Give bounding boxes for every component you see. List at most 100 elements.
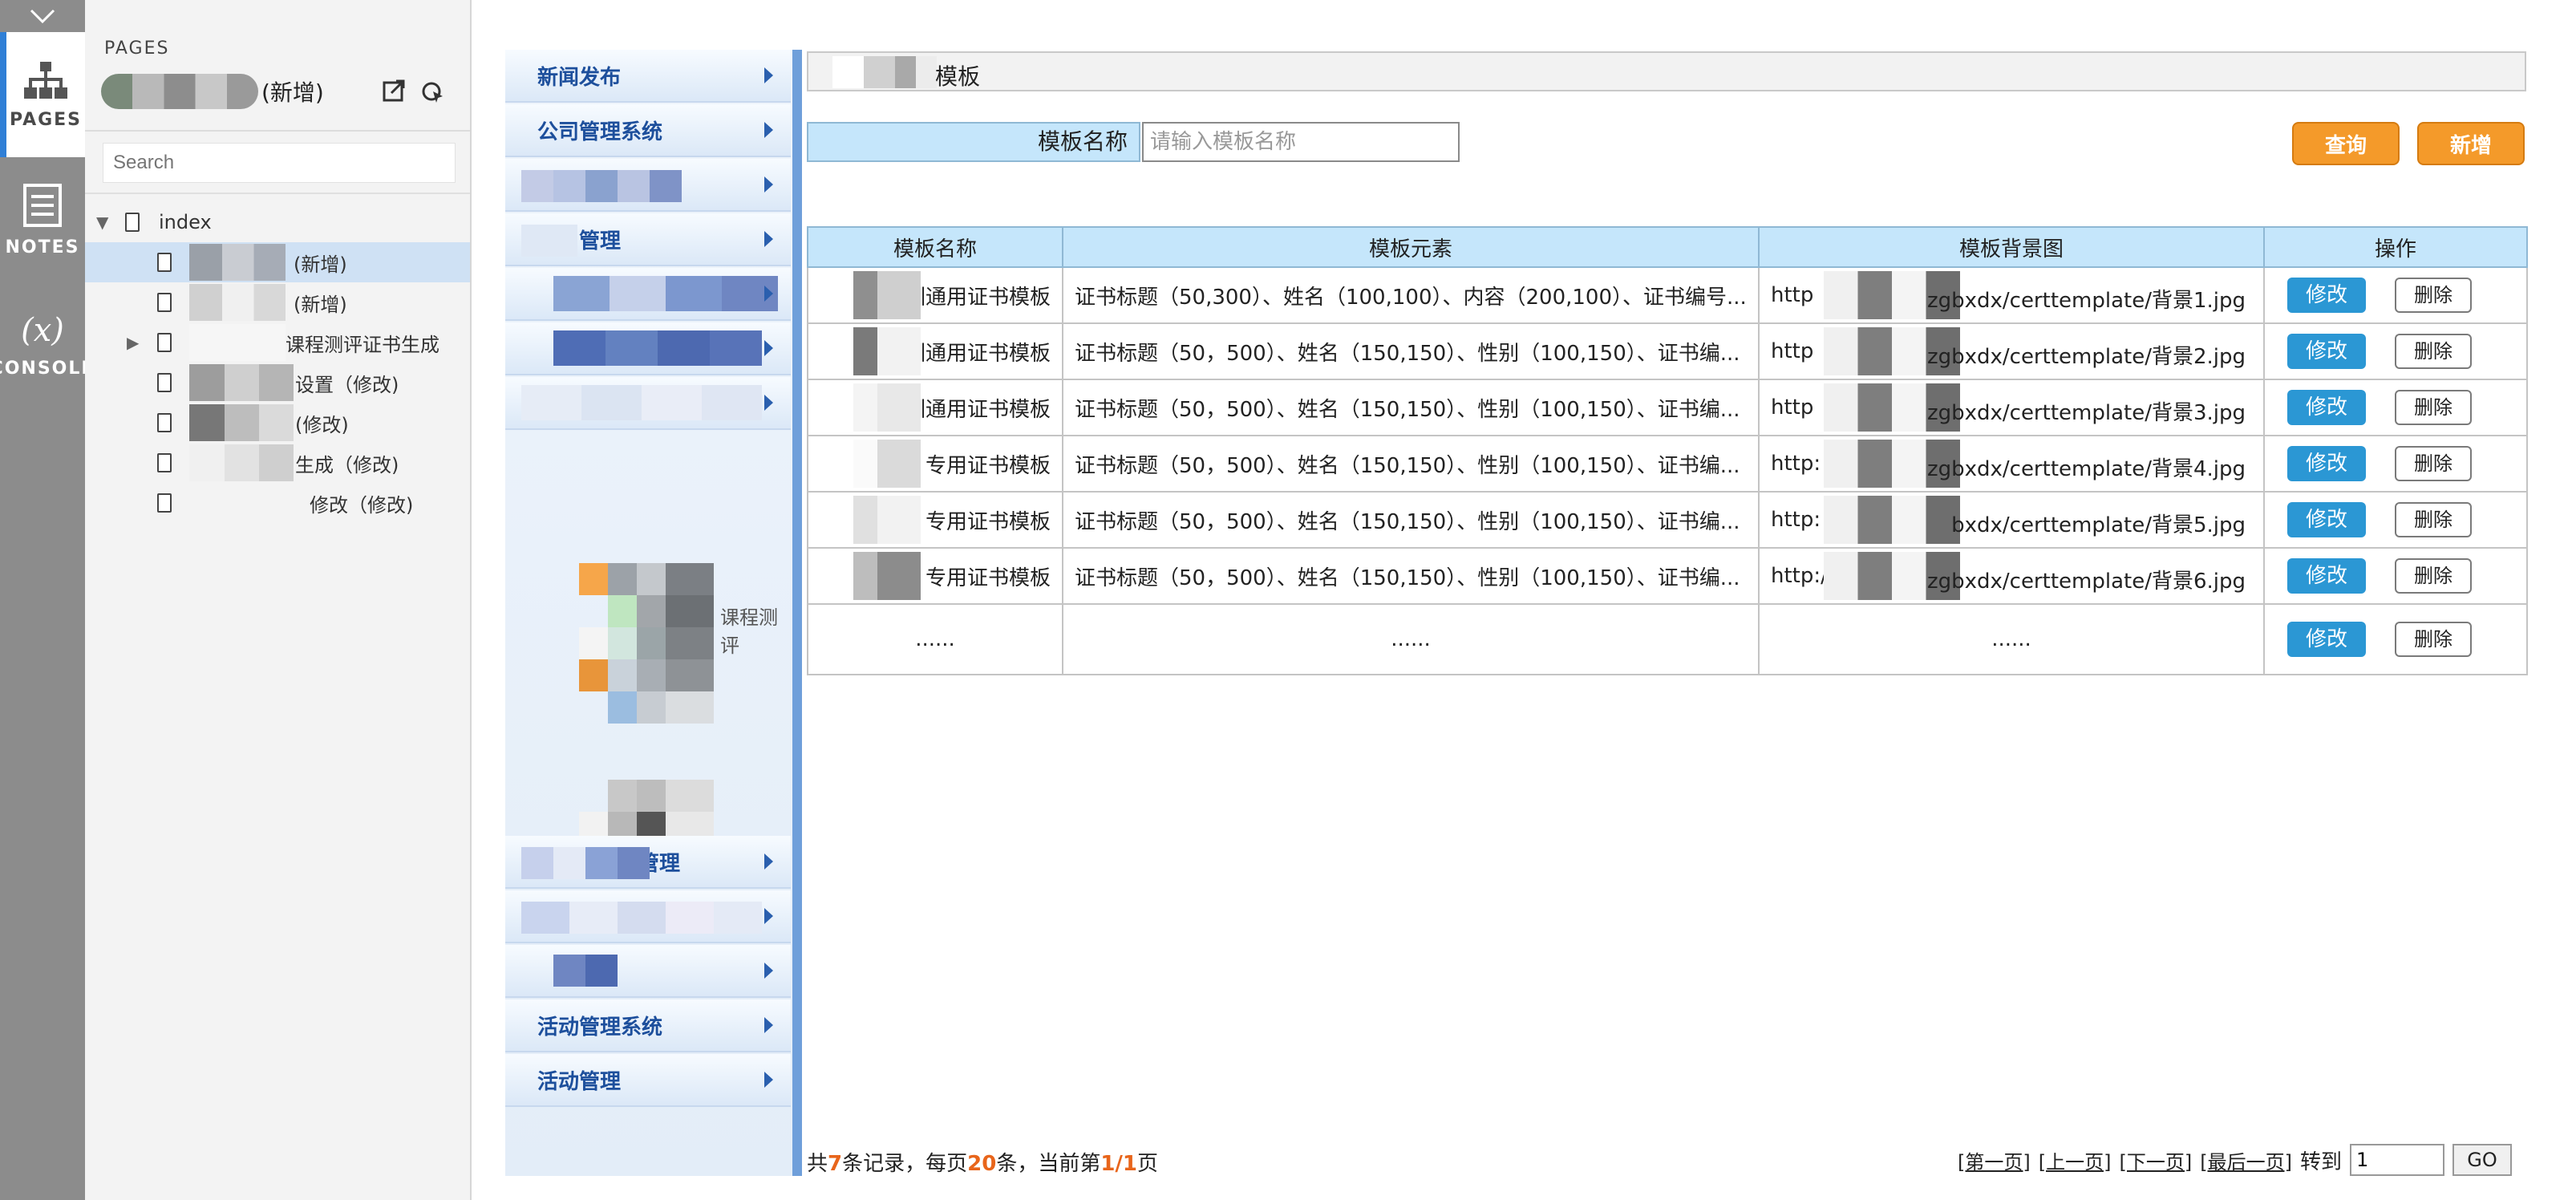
column-header: 模板元素 <box>1062 226 1760 268</box>
template-bg-cell: http: zgbxdx/certtemplate/背景4.jpg <box>1758 435 2265 493</box>
edit-button[interactable]: 修改 <box>2287 502 2366 537</box>
nav-item-label: 活动管理 <box>537 1069 622 1094</box>
table-row: 训通用证书模板 证书标题（50，500）、姓名（150,150）、性别（100,1… <box>807 379 2528 436</box>
delete-button[interactable]: 删除 <box>2395 502 2472 537</box>
bg-url-prefix: http: <box>1771 452 1821 476</box>
page-title-bar: 模板 <box>807 51 2526 91</box>
nav-item-activity[interactable]: 活动管理 <box>505 1054 791 1107</box>
template-name-cell: 训通用证书模板 <box>807 322 1063 380</box>
edit-button[interactable]: 修改 <box>2287 390 2366 425</box>
nav-item[interactable] <box>505 159 791 212</box>
tab-console[interactable]: (x) CONSOLE <box>0 282 93 407</box>
add-page-icon[interactable] <box>420 79 446 104</box>
tree-item[interactable]: 设置（修改) <box>85 363 470 403</box>
column-header: 模板背景图 <box>1758 226 2265 268</box>
collapse-toggle[interactable] <box>0 0 85 32</box>
edit-button[interactable]: 修改 <box>2287 446 2366 481</box>
table-row: 训通用证书模板 证书标题（50，500）、姓名（150,150）、性别（100,1… <box>807 322 2528 380</box>
nav-item[interactable] <box>505 377 791 430</box>
nav-item-label: 公司管理系统 <box>537 120 663 144</box>
tab-pages[interactable]: PAGES <box>0 32 85 157</box>
delete-button[interactable]: 删除 <box>2395 278 2472 313</box>
tree-item[interactable]: (新增) <box>85 242 470 282</box>
tree-item-index[interactable]: ▼ index <box>85 202 470 242</box>
pages-search-input[interactable] <box>103 143 456 183</box>
delete-button[interactable]: 删除 <box>2395 390 2472 425</box>
template-bg-cell: http zgbxdx/certtemplate/背景3.jpg <box>1758 379 2265 436</box>
goto-label: 转到 <box>2299 1149 2342 1174</box>
edit-button[interactable]: 修改 <box>2287 622 2366 657</box>
tree-item[interactable]: 修改（修改) <box>85 483 470 523</box>
nav-item-news[interactable]: 新闻发布 <box>505 50 791 103</box>
prev-page-link[interactable]: [上一页] <box>2039 1146 2112 1174</box>
redacted-text <box>1824 496 1960 544</box>
tree-item-label: 课程测评证书生成 <box>286 333 439 356</box>
nav-item-activity-system[interactable]: 活动管理系统 <box>505 999 791 1052</box>
nav-item-manage-2[interactable]: 管理 <box>505 836 791 889</box>
last-page-link[interactable]: [最后一页] <box>2200 1146 2292 1174</box>
delete-button[interactable]: 删除 <box>2395 558 2472 594</box>
actions-cell: 修改 删除 <box>2263 547 2528 605</box>
tree-item[interactable]: ▶ 课程测评证书生成 <box>85 322 470 363</box>
redacted-text <box>189 444 294 481</box>
template-name-cell: 专用证书模板 <box>807 547 1063 605</box>
chevron-right-icon[interactable]: ▶ <box>127 333 139 352</box>
template-name: 训通用证书模板 <box>904 285 1051 310</box>
nav-item-manage[interactable]: 管理 <box>505 213 791 266</box>
go-button[interactable]: GO <box>2452 1144 2512 1176</box>
goto-page-input[interactable] <box>2350 1144 2444 1176</box>
template-elements-cell: 证书标题（50，500）、姓名（150,150）、性别（100,150）、证书编… <box>1062 322 1760 380</box>
tab-notes[interactable]: NOTES <box>0 157 85 282</box>
tab-notes-label: NOTES <box>5 237 80 257</box>
template-name: 专用证书模板 <box>925 453 1051 478</box>
tree-item[interactable]: 生成（修改) <box>85 443 470 483</box>
nav-item-company[interactable]: 公司管理系统 <box>505 104 791 157</box>
tree-item[interactable]: (新增) <box>85 282 470 322</box>
next-page-link[interactable]: [下一页] <box>2120 1146 2193 1174</box>
chevron-down-icon <box>30 9 55 24</box>
search-button[interactable]: 查询 <box>2292 122 2400 165</box>
tree-item-label: 修改（修改) <box>310 493 414 517</box>
nav-item[interactable] <box>505 890 791 943</box>
redacted-text <box>521 847 650 879</box>
page-icon <box>157 253 172 272</box>
first-page-link[interactable]: [第一页] <box>1958 1146 2031 1174</box>
bg-url-prefix: http <box>1771 283 1814 307</box>
export-icon[interactable] <box>382 79 406 103</box>
template-name-cell: 专用证书模板 <box>807 491 1063 549</box>
arrow-right-icon <box>764 67 773 83</box>
redacted-text <box>521 385 762 420</box>
delete-button[interactable]: 删除 <box>2395 446 2472 481</box>
arrow-right-icon <box>764 1072 773 1088</box>
actions-cell: 修改 删除 <box>2263 491 2528 549</box>
summary-text: 条，当前第 <box>996 1152 1101 1176</box>
edit-button[interactable]: 修改 <box>2287 278 2366 313</box>
tree-item[interactable]: (修改) <box>85 403 470 443</box>
edit-button[interactable]: 修改 <box>2287 558 2366 594</box>
template-name: 训通用证书模板 <box>904 341 1051 366</box>
delete-button[interactable]: 删除 <box>2395 622 2472 657</box>
edit-button[interactable]: 修改 <box>2287 334 2366 369</box>
redacted-text <box>553 330 762 366</box>
template-elements-cell: 证书标题（50，500）、姓名（150,150）、性别（100,150）、证书编… <box>1062 491 1760 549</box>
template-table: 模板名称 模板元素 模板背景图 操作 训通用证书模板 证书标题（50,300）、姓… <box>807 226 2528 675</box>
page-icon <box>157 453 172 472</box>
add-button[interactable]: 新增 <box>2417 122 2525 165</box>
summary-text: 条记录，每页 <box>842 1152 968 1176</box>
redacted-text <box>101 74 258 109</box>
tree-item-label: (新增) <box>294 293 347 316</box>
actions-cell: 修改 删除 <box>2263 266 2528 324</box>
nav-item[interactable] <box>505 945 791 998</box>
template-elements-cell: 证书标题（50,300）、姓名（100,100）、内容（200,100）、证书编… <box>1062 266 1760 324</box>
page-icon <box>157 333 172 352</box>
nav-item[interactable] <box>505 268 791 321</box>
table-row: 专用证书模板 证书标题（50，500）、姓名（150,150）、性别（100,15… <box>807 547 2528 605</box>
nav-item[interactable] <box>505 322 791 375</box>
template-name-input[interactable] <box>1142 122 1460 162</box>
chevron-down-icon[interactable]: ▼ <box>96 213 108 232</box>
arrow-right-icon <box>764 286 773 302</box>
template-bg-cell: http://zgbxdx/certtemplate/背景6.jpg <box>1758 547 2265 605</box>
sitemap-icon <box>24 61 67 99</box>
delete-button[interactable]: 删除 <box>2395 334 2472 369</box>
filter-label: 模板名称 <box>807 122 1140 162</box>
